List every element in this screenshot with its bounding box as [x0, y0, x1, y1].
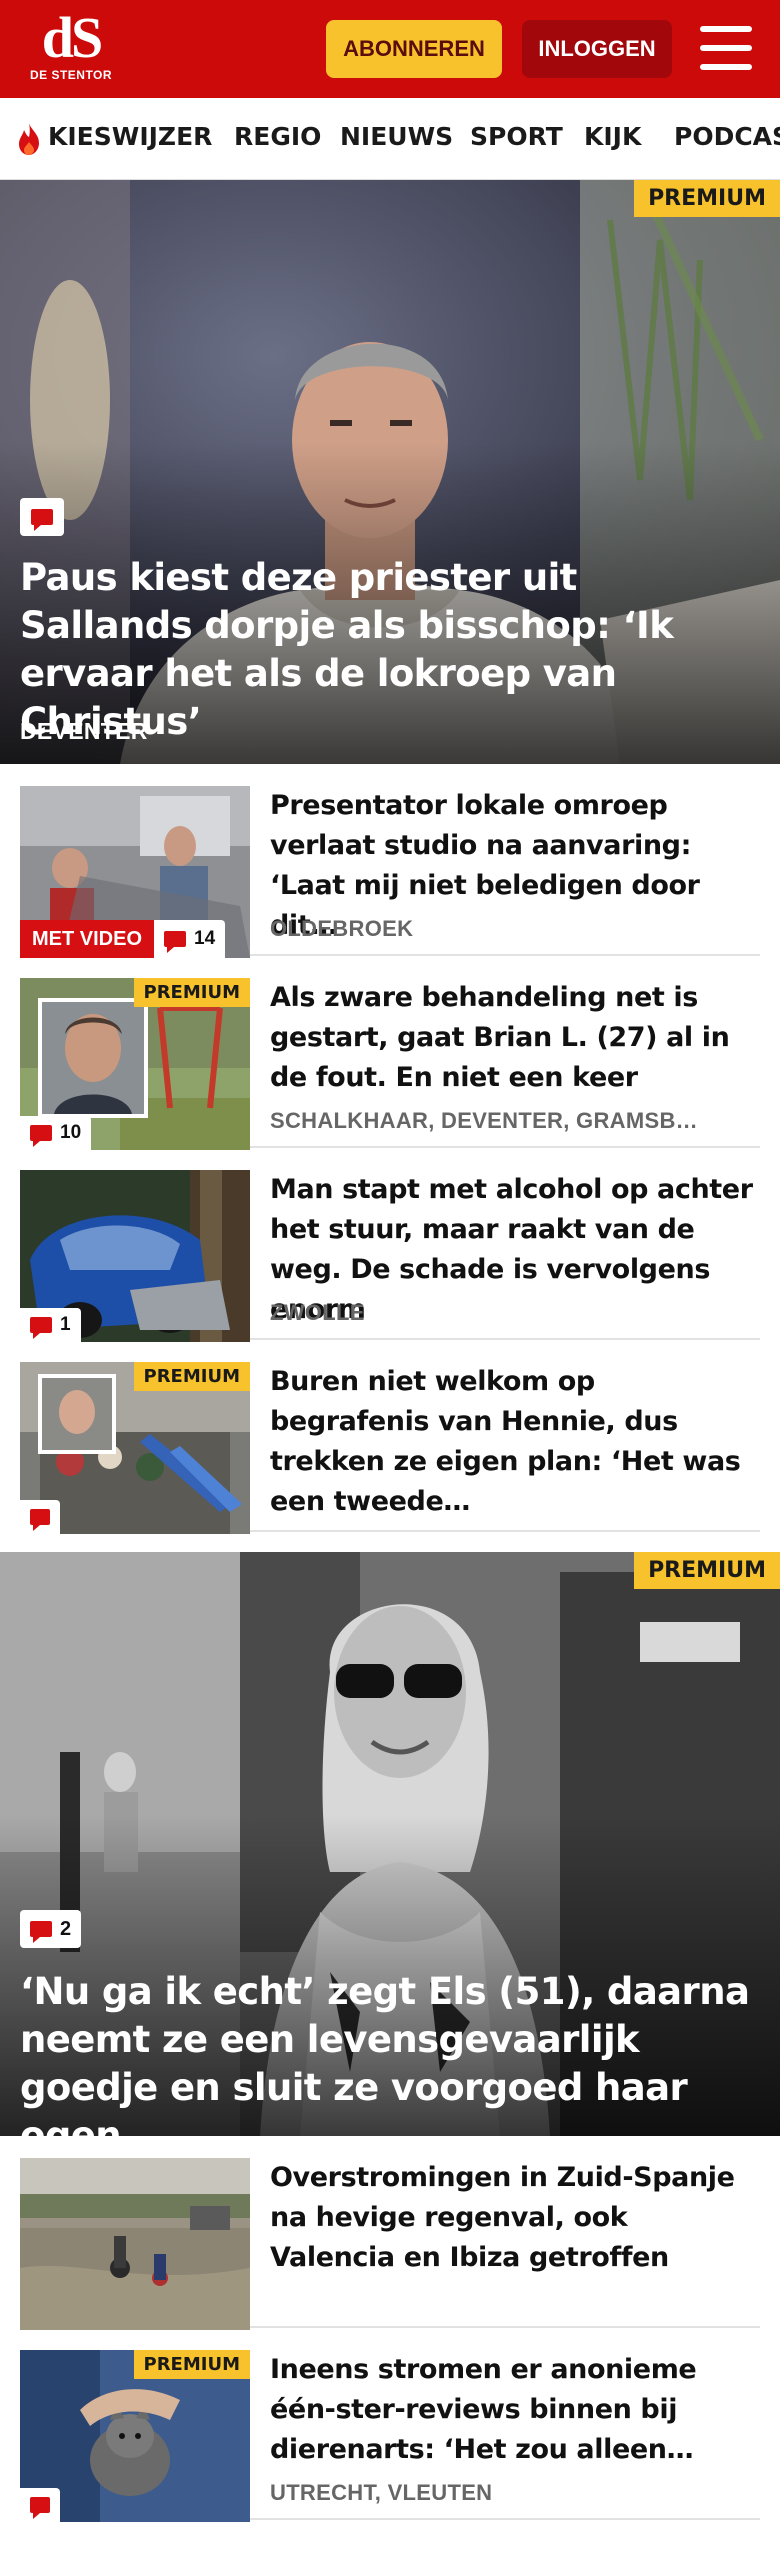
- premium-badge: PREMIUM: [133, 2350, 250, 2379]
- hero-article[interactable]: PREMIUM 2 ‘Nu ga ik echt’ zegt Els (51),…: [0, 1552, 780, 2136]
- comment-count: 1: [60, 1314, 71, 1335]
- nav-item-kieswijzer[interactable]: KIESWIJZER: [48, 122, 212, 151]
- article-location: SCHALKHAAR, DEVENTER, GRAMSB…: [270, 1108, 698, 1133]
- section-nav: KIESWIJZER REGIO NIEUWS SPORT KIJK PODCA…: [0, 98, 780, 180]
- article-location: OLDEBROEK: [270, 916, 414, 941]
- thumbnail-funeral: PREMIUM: [20, 1362, 250, 1534]
- comment-badge: 1: [20, 1308, 81, 1342]
- comment-badge: [20, 1500, 60, 1534]
- logo-mark: dS: [41, 5, 104, 70]
- list-item[interactable]: PREMIUM Ineens stromen er anonieme één-s…: [20, 2328, 760, 2522]
- nav-item-nieuws[interactable]: NIEUWS: [340, 122, 453, 151]
- thumbnail-cat: PREMIUM: [20, 2350, 250, 2522]
- list-item[interactable]: PREMIUM Buren niet welkom op begrafenis …: [20, 1340, 760, 1534]
- subscribe-button[interactable]: ABONNEREN: [326, 20, 502, 78]
- comment-icon: [30, 1317, 52, 1339]
- list-item[interactable]: 1 Man stapt met alcohol op achter het st…: [20, 1148, 760, 1342]
- login-button[interactable]: INLOGGEN: [522, 20, 672, 78]
- article-title[interactable]: Overstromingen in Zuid-Spanje na hevige …: [270, 2158, 760, 2278]
- thumbnail-studio: MET VIDEO 14: [20, 786, 250, 958]
- comment-icon: [31, 509, 53, 531]
- article-title[interactable]: Ineens stromen er anonieme één-ster-revi…: [270, 2350, 760, 2470]
- comment-count: 14: [194, 928, 216, 949]
- logo-text: DE STENTOR: [29, 68, 113, 82]
- flame-icon: [19, 123, 39, 155]
- article-location: ZWOLLE: [270, 1300, 365, 1325]
- site-header: dS DE STENTOR ABONNEREN INLOGGEN: [0, 0, 780, 98]
- comment-icon: [164, 931, 187, 953]
- comment-icon: [30, 1125, 52, 1147]
- premium-badge: PREMIUM: [133, 978, 250, 1007]
- nav-item-kijk[interactable]: KIJK: [584, 122, 641, 151]
- article-location: UTRECHT, VLEUTEN: [270, 2480, 493, 2505]
- comment-badge: 2: [20, 1910, 82, 1948]
- thumbnail-crashed-car: 1: [20, 1170, 250, 1342]
- hamburger-menu-icon[interactable]: [700, 26, 752, 70]
- comment-icon: [30, 1921, 52, 1943]
- nav-item-regio[interactable]: REGIO: [234, 122, 321, 151]
- nav-item-podcast[interactable]: PODCAS: [674, 122, 780, 151]
- comment-icon: [30, 1509, 50, 1531]
- list-item[interactable]: PREMIUM 10 Als zware behandeling net is …: [20, 956, 760, 1150]
- comment-count: 10: [60, 1122, 82, 1143]
- video-badge: MET VIDEO 14: [20, 920, 226, 958]
- premium-badge: PREMIUM: [634, 1552, 780, 1589]
- video-label: MET VIDEO: [20, 920, 155, 958]
- comment-badge: [20, 2488, 60, 2522]
- site-logo[interactable]: dS DE STENTOR: [28, 5, 114, 88]
- list-item[interactable]: Overstromingen in Zuid-Spanje na hevige …: [20, 2136, 760, 2330]
- premium-badge: PREMIUM: [634, 180, 780, 217]
- comment-badge: 10: [20, 1116, 92, 1150]
- article-title[interactable]: Buren niet welkom op begrafenis van Henn…: [270, 1362, 760, 1522]
- thumbnail-flood: [20, 2158, 250, 2330]
- hero-title[interactable]: ‘Nu ga ik echt’ zegt Els (51), daarna ne…: [20, 1968, 750, 2136]
- thumbnail-playground: PREMIUM 10: [20, 978, 250, 1150]
- premium-badge: PREMIUM: [133, 1362, 250, 1391]
- comment-badge: 14: [154, 920, 226, 958]
- article-title[interactable]: Als zware behandeling net is gestart, ga…: [270, 978, 760, 1098]
- nav-item-sport[interactable]: SPORT: [470, 122, 563, 151]
- hero-article[interactable]: PREMIUM Paus kiest deze priester uit Sal…: [0, 180, 780, 764]
- comment-count: 2: [60, 1917, 72, 1940]
- comment-icon: [30, 2497, 50, 2519]
- comment-badge: [20, 498, 64, 536]
- list-item[interactable]: MET VIDEO 14 Presentator lokale omroep v…: [20, 764, 760, 958]
- hero-location: DEVENTER: [20, 718, 148, 744]
